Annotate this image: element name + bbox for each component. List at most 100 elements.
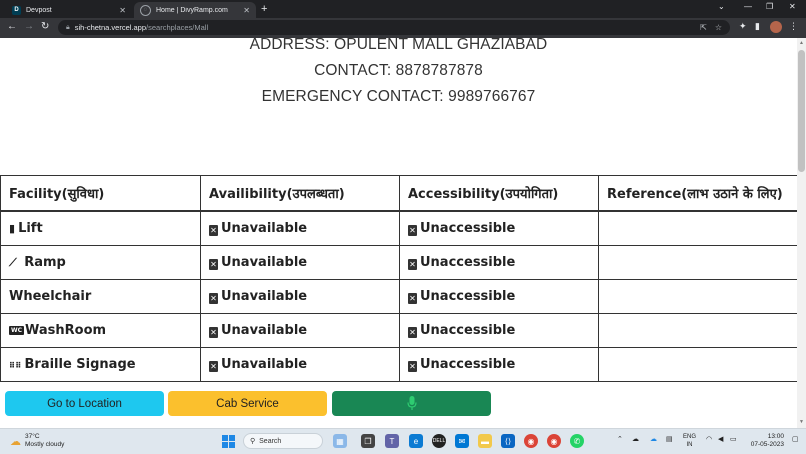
back-icon[interactable]: ← — [7, 21, 17, 32]
availability-cell: ✕ Unavailable — [200, 347, 400, 382]
avatar[interactable] — [770, 21, 782, 33]
close-tab-icon[interactable]: ✕ — [119, 6, 126, 15]
new-tab-icon[interactable]: + — [261, 3, 267, 15]
facility-name: Braille Signage — [24, 357, 136, 372]
widgets-icon[interactable]: ▦ — [333, 434, 347, 448]
availability-cell: ✕ Unavailable — [200, 313, 400, 348]
accessibility-cell: ✕ Unaccessible — [399, 313, 599, 348]
reference-cell — [598, 313, 797, 348]
windows-start-icon[interactable] — [222, 435, 235, 448]
teams-tray-icon[interactable]: ▤ — [666, 435, 673, 443]
language-indicator[interactable]: ENG IN — [683, 433, 696, 449]
facility-cell: Wheelchair — [0, 279, 201, 314]
side-panel-icon[interactable]: ▮ — [755, 21, 760, 32]
vscode-icon[interactable]: ⟨⟩ — [501, 434, 515, 448]
scrollbar-thumb[interactable] — [798, 50, 805, 172]
header-reference: Reference(लाभ उठाने के लिए) — [598, 175, 797, 212]
file-explorer-icon[interactable]: ▬ — [478, 434, 492, 448]
emergency-contact-text: EMERGENCY CONTACT: 9989766767 — [261, 88, 536, 105]
cloud-sun-icon: ☁ — [10, 435, 21, 448]
cross-icon: ✕ — [408, 293, 417, 304]
whatsapp-icon[interactable]: ✆ — [570, 434, 584, 448]
table-row: ⟋ Ramp ✕ Unavailable ✕ Unaccessible — [0, 245, 797, 280]
microphone-button[interactable] — [332, 391, 491, 416]
availability-cell: ✕ Unavailable — [200, 279, 400, 314]
notification-icon[interactable]: ▢ — [792, 435, 799, 443]
tab-title: Devpost — [26, 6, 52, 14]
availability-value: Unavailable — [221, 289, 308, 304]
facility-cell: ▮ Lift — [0, 210, 201, 246]
reference-cell — [598, 347, 797, 382]
cab-service-button[interactable]: Cab Service — [168, 391, 327, 416]
restore-icon[interactable]: ❐ — [766, 2, 773, 11]
forward-icon[interactable]: → — [24, 21, 34, 32]
extensions-icon[interactable]: ✦ — [739, 21, 747, 32]
minimize-icon[interactable]: — — [744, 2, 752, 11]
page-content: ADDRESS: OPULENT MALL GHAZIABAD CONTACT:… — [0, 38, 797, 428]
volume-icon[interactable]: ◀ — [718, 435, 723, 443]
address-text: ADDRESS: OPULENT MALL GHAZIABAD — [249, 38, 548, 53]
cross-icon: ✕ — [408, 361, 417, 372]
accessibility-cell: ✕ Unaccessible — [399, 279, 599, 314]
address-bar[interactable]: 🔒︎ sih-chetna.vercel.app /searchplaces/M… — [58, 20, 730, 35]
scroll-up-icon[interactable]: ▲ — [799, 40, 804, 46]
header-accessibility: Accessibility(उपयोगिता) — [399, 175, 599, 212]
task-view-icon[interactable]: ❐ — [361, 434, 375, 448]
tab-title: Home | DivyRamp.com — [156, 6, 228, 14]
edge-icon[interactable]: e — [409, 434, 423, 448]
weather-widget[interactable]: ☁ 37°C Mostly cloudy — [10, 433, 64, 449]
cross-icon: ✕ — [209, 259, 218, 270]
taskbar: ☁ 37°C Mostly cloudy ⚲ Search ▦ ❐ T e DE… — [0, 428, 806, 454]
wifi-icon[interactable]: ◠ — [706, 435, 712, 443]
table-row: Wheelchair ✕ Unavailable ✕ Unaccessible — [0, 279, 797, 314]
region-code: IN — [686, 442, 693, 448]
facility-cell: ⟋ Ramp — [0, 245, 201, 280]
close-window-icon[interactable]: ✕ — [789, 2, 796, 11]
date-text: 07-05-2023 — [750, 441, 784, 448]
tab-devpost[interactable]: D Devpost ✕ — [6, 2, 132, 18]
table-row: ▮ Lift ✕ Unavailable ✕ Unaccessible — [0, 210, 797, 246]
availability-value: Unavailable — [221, 221, 308, 236]
door-icon: ▮ — [9, 222, 16, 235]
clock[interactable]: 13:00 07-05-2023 — [746, 433, 784, 449]
onedrive-icon[interactable]: ☁ — [650, 435, 657, 443]
close-tab-icon[interactable]: ✕ — [243, 6, 250, 15]
menu-icon[interactable]: ⋮ — [789, 21, 798, 32]
cross-icon: ✕ — [408, 259, 417, 270]
cross-icon: ✕ — [209, 327, 218, 338]
onedrive-cloud-icon[interactable]: ☁ — [632, 435, 639, 443]
wc-icon: WC — [9, 326, 25, 335]
battery-icon[interactable]: ▭ — [730, 435, 737, 443]
chrome-profile-icon[interactable]: ◉ — [547, 434, 561, 448]
bookmark-star-icon[interactable]: ☆ — [715, 23, 722, 32]
cross-icon: ✕ — [209, 361, 218, 372]
show-hidden-icons-icon[interactable]: ⌃ — [617, 435, 623, 443]
facility-name: Lift — [18, 221, 43, 236]
dell-icon[interactable]: DELL — [432, 434, 446, 448]
mail-icon[interactable]: ✉ — [455, 434, 469, 448]
facility-table: Facility(सुविधा) Availibility(उपलब्धता) … — [0, 175, 797, 382]
header-availability: Availibility(उपलब्धता) — [200, 175, 400, 212]
tab-divyramp[interactable]: ◌ Home | DivyRamp.com ✕ — [134, 2, 256, 18]
lock-icon: 🔒︎ — [66, 23, 70, 31]
weather-text: Mostly cloudy — [25, 441, 65, 448]
accessibility-cell: ✕ Unaccessible — [399, 347, 599, 382]
scroll-down-icon[interactable]: ▼ — [799, 419, 804, 425]
table-header-row: Facility(सुविधा) Availibility(उपलब्धता) … — [0, 175, 797, 212]
share-icon[interactable]: ⇱ — [700, 23, 707, 32]
chrome-icon[interactable]: ◉ — [524, 434, 538, 448]
braille-icon: ⠿⠿ — [9, 361, 22, 370]
accessibility-value: Unaccessible — [420, 289, 516, 304]
ramp-icon: ⟋ — [9, 256, 17, 269]
go-to-location-button[interactable]: Go to Location — [5, 391, 164, 416]
facility-name: Ramp — [19, 255, 66, 270]
browser-toolbar: ← → ↻ 🔒︎ sih-chetna.vercel.app /searchpl… — [0, 18, 806, 38]
reload-icon[interactable]: ↻ — [41, 21, 49, 32]
tab-search-icon[interactable]: ⌄ — [718, 2, 725, 11]
language-code: ENG — [683, 434, 697, 440]
teams-icon[interactable]: T — [385, 434, 399, 448]
reference-cell — [598, 210, 797, 246]
url-host: sih-chetna.vercel.app — [74, 23, 147, 32]
globe-icon: ◌ — [140, 4, 151, 16]
taskbar-search[interactable]: ⚲ Search — [243, 433, 323, 449]
